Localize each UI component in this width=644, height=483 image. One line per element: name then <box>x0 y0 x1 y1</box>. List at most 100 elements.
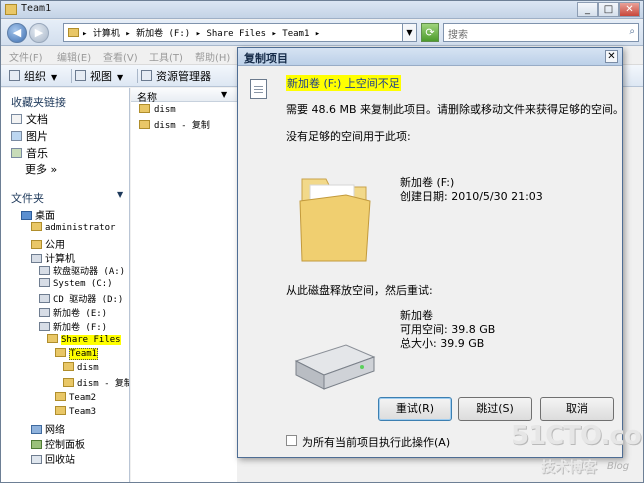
tree-computer[interactable]: 计算机 <box>31 250 75 265</box>
list-item[interactable]: dism <box>139 104 176 115</box>
tree-dism[interactable]: dism <box>63 362 99 373</box>
drive-icon <box>39 322 50 331</box>
tree-label: 回收站 <box>45 455 75 466</box>
tree-volume-e[interactable]: 新加卷 (E:) <box>39 306 107 319</box>
dialog-message: 需要 48.6 MB 来复制此项目。请删除或移动文件来获得足够的空间。 <box>286 103 625 116</box>
folders-header: 文件夹 <box>11 192 44 205</box>
tree-label: dism - 复制 <box>77 379 130 389</box>
file-list: 名称 ▼ dism dism - 复制 <box>131 88 237 482</box>
toolbar-divider <box>137 69 138 83</box>
drive-icon <box>39 278 50 287</box>
documents-icon <box>11 114 22 124</box>
back-button[interactable]: ◀ <box>7 23 27 43</box>
nav-pictures[interactable]: 图片 <box>11 128 48 144</box>
tree-share-files[interactable]: Share Files <box>47 334 121 345</box>
minimize-button[interactable]: _ <box>577 2 598 17</box>
tree-label: Team1 <box>69 348 99 360</box>
menu-edit[interactable]: 编辑(E) <box>57 49 91 64</box>
large-folder-icon <box>299 178 371 262</box>
computer-icon <box>31 254 42 263</box>
desktop-icon <box>21 211 32 220</box>
organize-icon <box>9 70 20 81</box>
nav-more[interactable]: 更多 » <box>25 161 57 177</box>
maximize-button[interactable]: □ <box>598 2 619 17</box>
menu-file[interactable]: 文件(F) <box>9 49 43 64</box>
tree-control-panel[interactable]: 控制面板 <box>31 436 85 451</box>
menu-help[interactable]: 帮助(H) <box>195 49 230 64</box>
watermark-blog: Blog <box>607 461 630 472</box>
tree-team1[interactable]: Team1 <box>55 348 99 360</box>
nav-item-label: 音乐 <box>26 147 48 160</box>
tree-system-c[interactable]: System (C:) <box>39 278 113 289</box>
address-path: ▸ 计算机 ▸ 新加卷 (F:) ▸ Share Files ▸ Team1 ▸ <box>82 29 321 39</box>
address-bar: ◀ ▶ ▸ 计算机 ▸ 新加卷 (F:) ▸ Share Files ▸ Tea… <box>1 20 643 46</box>
nav-music[interactable]: 音乐 <box>11 145 48 161</box>
explorer-icon <box>141 70 152 81</box>
folder-icon <box>55 406 66 415</box>
close-button[interactable]: ✕ <box>619 2 640 17</box>
organize-button[interactable]: 组织 ▼ <box>9 68 57 84</box>
tree-label: 新加卷 (E:) <box>53 309 108 319</box>
folder-icon <box>139 104 150 113</box>
toolbar-divider <box>71 69 72 83</box>
nav-documents[interactable]: 文档 <box>11 111 48 127</box>
tree-public[interactable]: 公用 <box>31 236 65 251</box>
skip-button[interactable]: 跳过(S) <box>458 397 532 421</box>
tree-label: Team3 <box>69 407 97 417</box>
dialog-title-bar[interactable]: 复制项目 ✕ <box>238 48 622 66</box>
dialog-title: 复制项目 <box>244 52 288 65</box>
folder-icon <box>55 392 66 401</box>
address-input[interactable]: ▸ 计算机 ▸ 新加卷 (F:) ▸ Share Files ▸ Team1 ▸ <box>63 23 403 42</box>
control-panel-icon <box>31 440 42 449</box>
tree-label: administrator <box>45 223 116 233</box>
folder-icon <box>68 28 79 37</box>
tree-label: CD 驱动器 (D:) M <box>53 295 130 305</box>
menu-view[interactable]: 查看(V) <box>103 49 138 64</box>
no-space-label: 没有足够的空间用于此项: <box>286 130 411 143</box>
address-dropdown-button[interactable]: ▼ <box>403 23 417 42</box>
tree-label: 网络 <box>45 425 65 436</box>
title-bar[interactable]: Team1 _ □ ✕ <box>1 1 643 19</box>
view-button[interactable]: 视图 ▼ <box>75 68 123 84</box>
tree-dism-copy[interactable]: dism - 复制 <box>63 376 130 389</box>
favorites-header: 收藏夹链接 <box>11 96 66 109</box>
network-icon <box>31 425 42 434</box>
search-placeholder: 搜索 <box>448 30 468 41</box>
drive-icon <box>39 308 50 317</box>
floppy-drive-icon <box>39 266 50 275</box>
tree-desktop[interactable]: 桌面 <box>21 207 55 222</box>
tree-team2[interactable]: Team2 <box>55 392 96 403</box>
refresh-button[interactable]: ⟳ <box>421 23 439 42</box>
search-input[interactable]: 搜索 ⌕ <box>443 23 639 42</box>
apply-all-checkbox[interactable] <box>286 435 297 446</box>
dialog-close-button[interactable]: ✕ <box>605 50 618 63</box>
tree-floppy[interactable]: 软盘驱动器 (A:) <box>39 264 125 277</box>
explorer-window: Team1 _ □ ✕ ◀ ▶ ▸ 计算机 ▸ 新加卷 (F:) ▸ Share… <box>0 0 644 483</box>
tree-cd-drive[interactable]: CD 驱动器 (D:) M <box>39 292 130 305</box>
forward-button[interactable]: ▶ <box>29 23 49 43</box>
list-item-label: dism <box>154 105 176 115</box>
list-item[interactable]: dism - 复制 <box>139 118 210 131</box>
tree-volume-f[interactable]: 新加卷 (F:) <box>39 320 107 333</box>
tree-network[interactable]: 网络 <box>31 421 65 436</box>
tree-label: 新加卷 (F:) <box>53 323 108 333</box>
cancel-button[interactable]: 取消 <box>540 397 614 421</box>
tree-label: 桌面 <box>35 211 55 222</box>
explorer-button[interactable]: 资源管理器 <box>141 68 211 84</box>
tree-recycle-bin[interactable]: 回收站 <box>31 451 75 466</box>
column-header-name[interactable]: 名称 ▼ <box>131 88 237 104</box>
tree-administrator[interactable]: administrator <box>31 222 115 233</box>
view-icon <box>75 70 86 81</box>
chevron-down-icon[interactable]: ▼ <box>117 190 123 199</box>
pictures-icon <box>11 131 22 141</box>
retry-button[interactable]: 重试(R) <box>378 397 452 421</box>
tree-team3[interactable]: Team3 <box>55 406 96 417</box>
apply-all-label: 为所有当前项目执行此操作(A) <box>302 436 451 449</box>
dialog-heading: 新加卷 (F:) 上空间不足 <box>286 75 401 91</box>
menu-tools[interactable]: 工具(T) <box>149 49 183 64</box>
watermark-brand: 51CTO.com <box>511 421 643 451</box>
column-label: 名称 <box>137 93 157 104</box>
explorer-label: 资源管理器 <box>156 70 211 83</box>
tree-label: Team2 <box>69 393 97 403</box>
search-icon: ⌕ <box>629 26 635 37</box>
